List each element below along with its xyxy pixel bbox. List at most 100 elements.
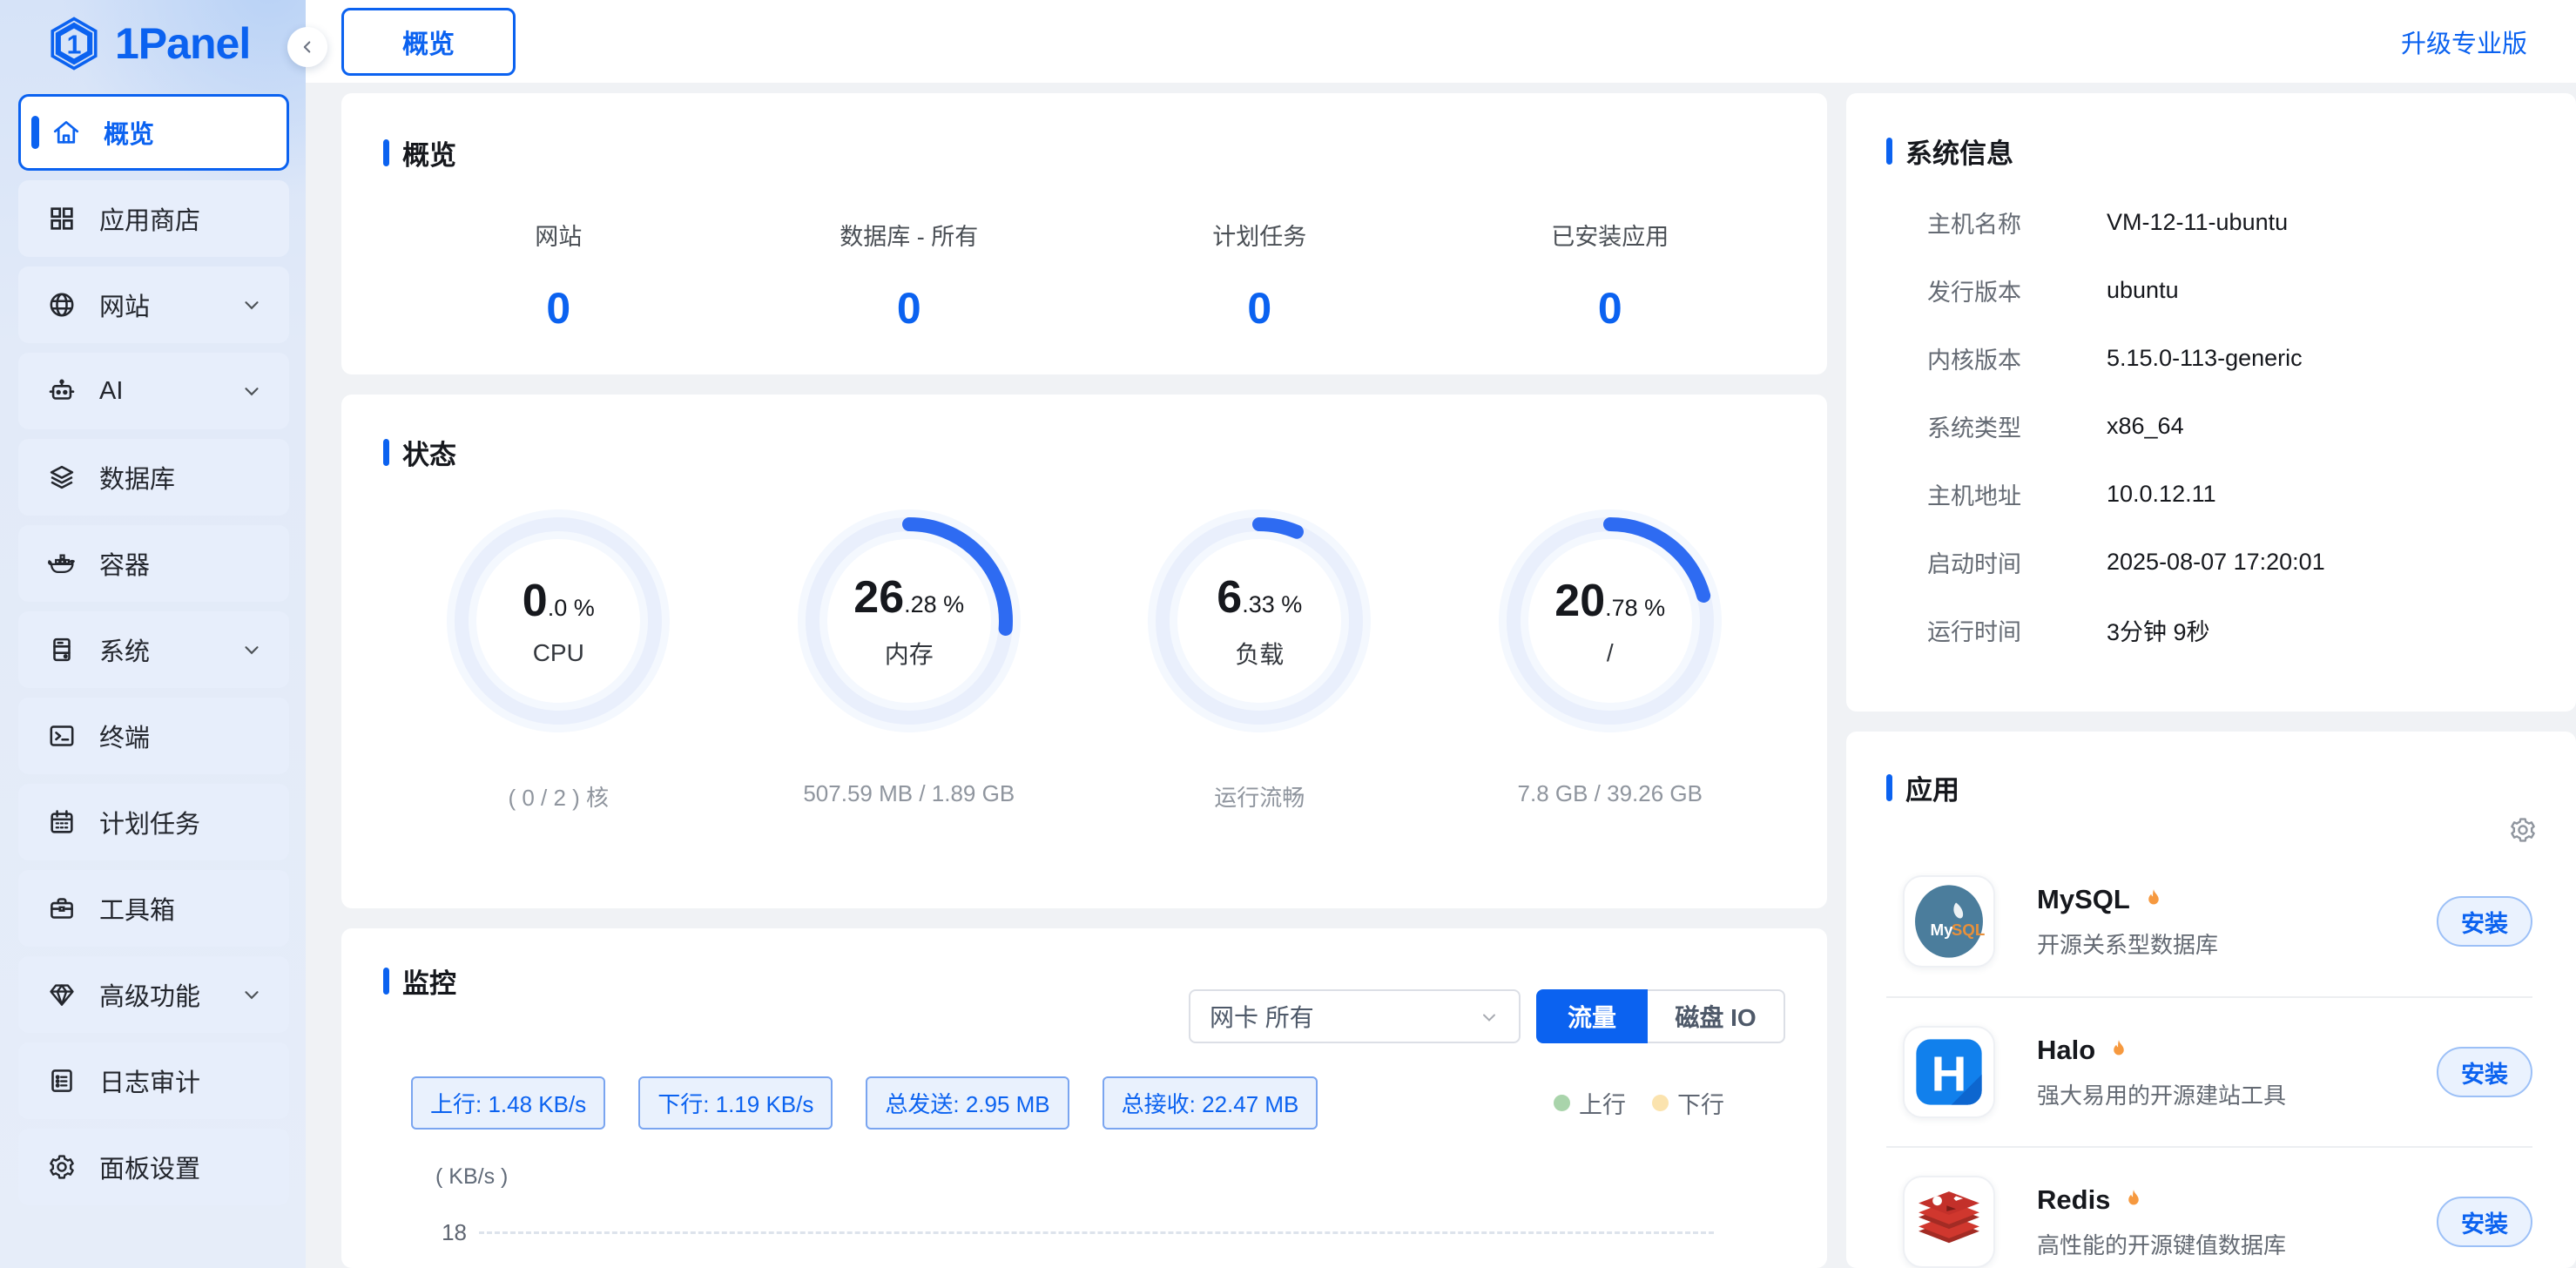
sidebar-collapse-button[interactable] bbox=[287, 27, 327, 67]
status-card-title: 状态 bbox=[383, 433, 1785, 472]
chart-unit-label: ( KB/s ) bbox=[383, 1164, 1785, 1190]
sidebar-item-advanced[interactable]: 高级功能 bbox=[18, 956, 289, 1033]
stat-cronjobs[interactable]: 计划任务 0 bbox=[1084, 218, 1435, 334]
home-icon bbox=[51, 118, 81, 147]
app-name: Redis bbox=[2037, 1184, 2110, 1216]
monitor-mode-toggle: 流量 磁盘 IO bbox=[1536, 989, 1785, 1043]
svg-text:SQL: SQL bbox=[1952, 921, 1986, 939]
legend-download[interactable]: 下行 bbox=[1652, 1086, 1724, 1120]
chart-legend: 上行 下行 bbox=[1554, 1086, 1724, 1120]
globe-icon bbox=[47, 290, 77, 320]
sidebar-item-settings[interactable]: 面板设置 bbox=[18, 1129, 289, 1205]
main-area: 概览 升级专业版 概览 网站 0 bbox=[306, 0, 2576, 1268]
system-info-card: 系统信息 主机名称 VM-12-11-ubuntu 发行版本 ubuntu 内核… bbox=[1846, 93, 2576, 712]
redis-logo-icon bbox=[1903, 1176, 1995, 1268]
monitor-controls: 网卡 所有 流量 磁盘 IO bbox=[1189, 989, 1785, 1043]
sidebar-item-cron[interactable]: 计划任务 bbox=[18, 784, 289, 860]
stat-databases[interactable]: 数据库 - 所有 0 bbox=[734, 218, 1085, 334]
halo-logo-icon: H bbox=[1903, 1026, 1995, 1118]
apps-settings-gear-icon[interactable] bbox=[2508, 815, 2538, 845]
app-description: 开源关系型数据库 bbox=[2037, 927, 2218, 960]
upgrade-pro-link[interactable]: 升级专业版 bbox=[2401, 24, 2527, 60]
layers-icon bbox=[47, 462, 77, 492]
sidebar-item-label: 应用商店 bbox=[99, 200, 200, 237]
gauge-subtext: 7.8 GB / 39.26 GB bbox=[1518, 780, 1703, 807]
title-accent-bar bbox=[383, 139, 389, 166]
app-meta: MySQL 开源关系型数据库 bbox=[2037, 884, 2218, 960]
stat-installed-apps[interactable]: 已安装应用 0 bbox=[1435, 218, 1786, 334]
svg-text:1: 1 bbox=[67, 31, 82, 60]
chevron-down-icon bbox=[1479, 1006, 1500, 1027]
docker-icon bbox=[47, 549, 77, 578]
hot-flame-icon bbox=[2121, 1187, 2147, 1213]
sidebar-item-logs[interactable]: 日志审计 bbox=[18, 1042, 289, 1119]
overview-card-title: 概览 bbox=[383, 133, 1785, 172]
sidebar-item-system[interactable]: 系统 bbox=[18, 611, 289, 688]
brand-logo: 1 1Panel bbox=[0, 0, 306, 87]
tab-overview[interactable]: 概览 bbox=[341, 8, 516, 76]
log-icon bbox=[47, 1066, 77, 1096]
status-card: 状态 0.0 % bbox=[341, 395, 1827, 908]
hot-flame-icon bbox=[2141, 887, 2167, 913]
gauge-load: 6.33 % 负载 运行流畅 bbox=[1084, 509, 1435, 813]
app-row-redis: Redis 高性能的开源键值数据库 安装 bbox=[1886, 1146, 2532, 1268]
app-name: Halo bbox=[2037, 1035, 2095, 1066]
install-mysql-button[interactable]: 安装 bbox=[2437, 896, 2532, 947]
sidebar-item-containers[interactable]: 容器 bbox=[18, 525, 289, 602]
traffic-tab-button[interactable]: 流量 bbox=[1536, 989, 1648, 1043]
app-name: MySQL bbox=[2037, 884, 2130, 915]
system-info-rows: 主机名称 VM-12-11-ubuntu 发行版本 ubuntu 内核版本 5.… bbox=[1886, 188, 2576, 664]
sidebar-item-label: 系统 bbox=[99, 631, 150, 668]
info-row-uptime: 运行时间 3分钟 9秒 bbox=[1886, 596, 2576, 664]
app-description: 强大易用的开源建站工具 bbox=[2037, 1078, 2286, 1110]
legend-dot-green bbox=[1554, 1095, 1570, 1111]
status-gauges: 0.0 % CPU ( 0 / 2 ) 核 bbox=[383, 509, 1785, 813]
app-meta: Halo 强大易用的开源建站工具 bbox=[2037, 1035, 2286, 1110]
toolbox-icon bbox=[47, 894, 77, 923]
sidebar-item-ai[interactable]: AI bbox=[18, 353, 289, 429]
sidebar-menu: 概览 应用商店 网站 bbox=[0, 87, 306, 1205]
title-accent-bar bbox=[383, 439, 389, 466]
sidebar-item-label: 数据库 bbox=[99, 459, 175, 496]
server-icon bbox=[47, 635, 77, 664]
sidebar-item-websites[interactable]: 网站 bbox=[18, 266, 289, 343]
chevron-down-icon bbox=[240, 293, 263, 316]
robot-icon bbox=[47, 376, 77, 406]
app-row-mysql: My SQL MySQL bbox=[1886, 846, 2532, 996]
sidebar-item-terminal[interactable]: 终端 bbox=[18, 698, 289, 774]
brand-name: 1Panel bbox=[115, 18, 250, 69]
content: 概览 网站 0 数据库 - 所有 0 计划任务 0 bbox=[306, 83, 2576, 1268]
apps-card-title: 应用 bbox=[1886, 768, 2576, 807]
sidebar-item-app-store[interactable]: 应用商店 bbox=[18, 180, 289, 257]
1panel-dashboard: 1 1Panel 概览 bbox=[0, 0, 2576, 1268]
install-halo-button[interactable]: 安装 bbox=[2437, 1047, 2532, 1097]
app-list: My SQL MySQL bbox=[1886, 846, 2576, 1268]
disk-io-tab-button[interactable]: 磁盘 IO bbox=[1648, 989, 1785, 1043]
sidebar-item-label: 网站 bbox=[99, 287, 150, 323]
sidebar-item-database[interactable]: 数据库 bbox=[18, 439, 289, 516]
system-info-card-title: 系统信息 bbox=[1886, 132, 2576, 171]
sidebar-item-label: 工具箱 bbox=[99, 890, 175, 927]
topbar: 概览 升级专业版 bbox=[306, 0, 2576, 83]
sidebar-item-toolbox[interactable]: 工具箱 bbox=[18, 870, 289, 947]
left-column: 概览 网站 0 数据库 - 所有 0 计划任务 0 bbox=[341, 93, 1827, 1268]
right-column: 系统信息 主机名称 VM-12-11-ubuntu 发行版本 ubuntu 内核… bbox=[1846, 93, 2576, 1268]
app-meta: Redis 高性能的开源键值数据库 bbox=[2037, 1184, 2286, 1260]
overview-card: 概览 网站 0 数据库 - 所有 0 计划任务 0 bbox=[341, 93, 1827, 374]
download-speed-badge: 下行: 1.19 KB/s bbox=[638, 1076, 833, 1130]
sidebar-item-label: 日志审计 bbox=[99, 1062, 200, 1099]
install-redis-button[interactable]: 安装 bbox=[2437, 1197, 2532, 1247]
apps-card: 应用 bbox=[1846, 732, 2576, 1268]
active-indicator-bar bbox=[31, 116, 39, 149]
info-row-arch: 系统类型 x86_64 bbox=[1886, 392, 2576, 460]
sidebar-item-overview[interactable]: 概览 bbox=[18, 94, 289, 171]
chart-gridline-18: 18 bbox=[383, 1219, 1785, 1246]
sidebar: 1 1Panel 概览 bbox=[0, 0, 306, 1268]
stat-websites[interactable]: 网站 0 bbox=[383, 218, 734, 334]
terminal-icon bbox=[47, 721, 77, 751]
app-row-halo: H Halo 强大易用的开源建站工具 bbox=[1886, 996, 2532, 1146]
monitor-card-title: 监控 bbox=[383, 961, 456, 1001]
network-card-select[interactable]: 网卡 所有 bbox=[1189, 989, 1521, 1043]
svg-text:H: H bbox=[1932, 1047, 1967, 1102]
legend-upload[interactable]: 上行 bbox=[1554, 1086, 1626, 1120]
